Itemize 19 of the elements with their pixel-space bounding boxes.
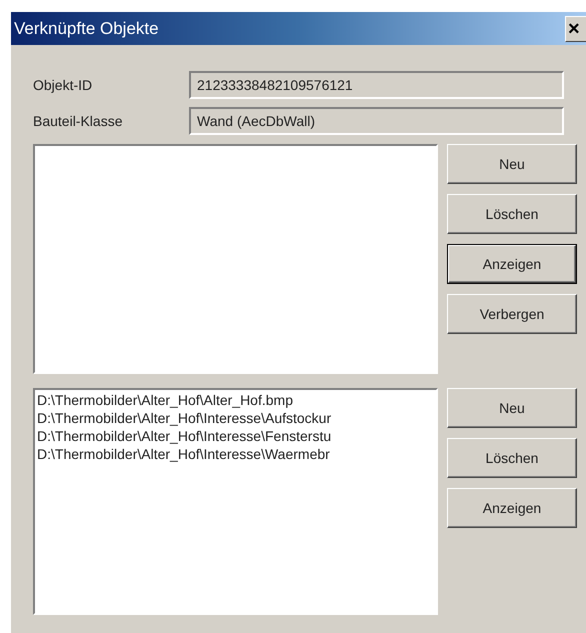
dialog-button[interactable]: Verbergen: [447, 294, 577, 334]
close-button[interactable]: ×: [565, 16, 586, 42]
list-item[interactable]: D:\Thermobilder\Alter_Hof\Interesse\Fensterstu: [37, 427, 434, 445]
field-label: Objekt-ID: [33, 77, 94, 93]
list-item[interactable]: D:\Thermobilder\Alter_Hof\Interesse\Aufstockur: [37, 409, 434, 427]
list-box[interactable]: [33, 144, 438, 374]
dialog-button[interactable]: Anzeigen: [447, 488, 577, 528]
list-box[interactable]: D:\Thermobilder\Alter_Hof\Alter_Hof.bmp D:\Thermobilder\Alter_Hof\Interesse\Aufstockur D:\Thermobilder\Alter_Hof\Interesse\Fensterstu D:\Thermobilder\Alter_Hof\Interesse\Waermebr: [33, 388, 438, 615]
window-title: Verknüpfte Objekte: [13, 18, 159, 38]
readonly-field[interactable]: 21233338482109576121: [189, 71, 564, 99]
list-item[interactable]: D:\Thermobilder\Alter_Hof\Alter_Hof.bmp: [37, 391, 434, 409]
dialog-button[interactable]: Löschen: [447, 438, 577, 478]
dialog-button[interactable]: Anzeigen: [447, 244, 577, 284]
list-item[interactable]: D:\Thermobilder\Alter_Hof\Interesse\Waermebr: [37, 445, 434, 463]
dialog-button[interactable]: Neu: [447, 388, 577, 428]
dialog-button[interactable]: Neu: [447, 144, 577, 184]
field-label: Bauteil-Klasse: [33, 113, 124, 129]
dialog-button[interactable]: Löschen: [447, 194, 577, 234]
readonly-field[interactable]: Wand (AecDbWall): [189, 107, 564, 135]
